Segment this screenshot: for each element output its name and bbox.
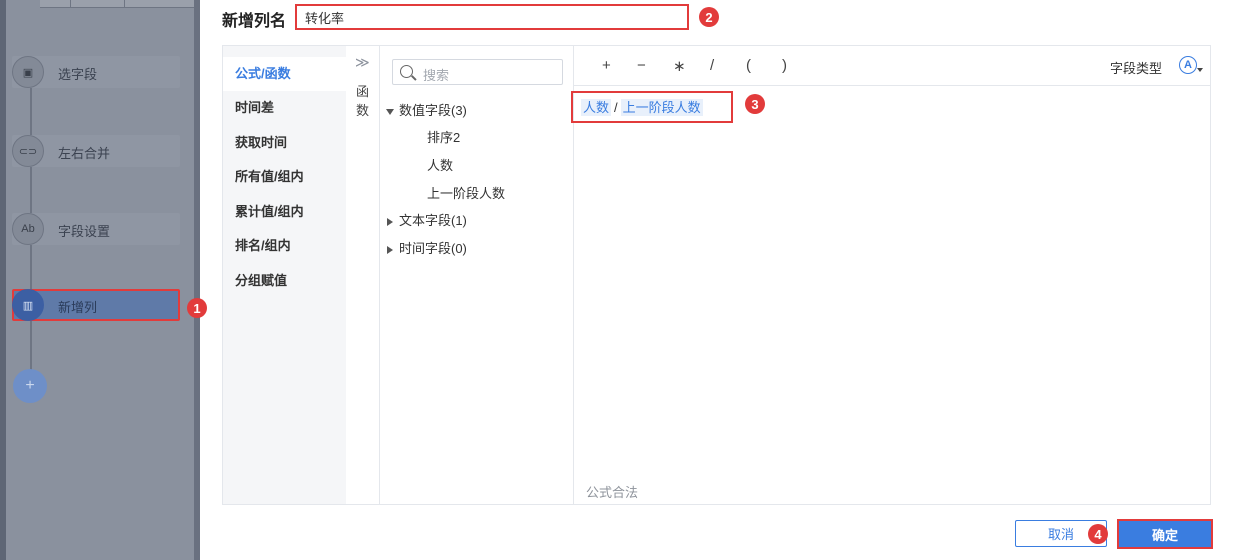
caret-down-icon xyxy=(386,108,394,115)
sidebar-divider xyxy=(194,0,200,560)
formula-panel: 公式/函数 时间差 获取时间 所有值/组内 累计值/组内 排名/组内 分组赋值 … xyxy=(222,45,1211,505)
field-type-icon[interactable]: A xyxy=(1179,56,1197,74)
multiply-operator[interactable]: ∗ xyxy=(673,57,686,75)
formula-token[interactable]: 人数 xyxy=(581,99,612,116)
search-placeholder: 搜索 xyxy=(423,68,450,83)
sidebar-tab-stub xyxy=(70,0,125,8)
category-time-diff[interactable]: 时间差 xyxy=(223,91,346,125)
sidebar-top-bar xyxy=(40,0,195,8)
category-group-assign[interactable]: 分组赋值 xyxy=(223,264,346,298)
caret-right-icon xyxy=(387,217,393,226)
formula-expression[interactable]: 人数 / 上一阶段人数 xyxy=(571,91,733,123)
category-formula[interactable]: 公式/函数 xyxy=(223,57,346,91)
merge-icon: ⊂⊃ xyxy=(12,135,44,167)
step-badge-1: 1 xyxy=(187,298,207,318)
tree-group-text[interactable]: 文本字段(1) xyxy=(387,210,467,232)
function-label: 函数 xyxy=(356,84,370,118)
field-search-input[interactable]: 搜索 xyxy=(392,59,563,85)
field-type-label: 字段类型 xyxy=(1110,61,1163,76)
plus-operator[interactable]: + xyxy=(602,57,611,74)
dropdown-caret-icon[interactable] xyxy=(1197,68,1203,72)
caret-right-icon xyxy=(387,245,393,254)
category-all-values[interactable]: 所有值/组内 xyxy=(223,160,346,194)
flow-step-new-column[interactable]: ▥ 新增列 xyxy=(12,289,180,321)
field-settings-icon: Ab xyxy=(12,213,44,245)
formula-token[interactable]: 上一阶段人数 xyxy=(620,99,703,116)
flow-step-merge[interactable]: ⊂⊃ 左右合并 xyxy=(12,135,180,167)
search-icon xyxy=(400,65,413,78)
expand-chevron-icon[interactable]: ≫ xyxy=(355,54,370,71)
flow-step-label: 字段设置 xyxy=(58,224,111,239)
open-paren-operator[interactable]: ( xyxy=(746,57,751,74)
add-step-button[interactable]: + xyxy=(13,369,47,403)
category-get-time[interactable]: 获取时间 xyxy=(223,126,346,160)
tree-group-label: 数值字段(3) xyxy=(399,103,467,118)
operator-toolbar: + − ∗ / ( ) 字段类型 A xyxy=(574,46,1210,86)
tree-group-numeric[interactable]: 数值字段(3) xyxy=(386,100,467,122)
formula-operator: / xyxy=(614,100,618,115)
tree-item[interactable]: 人数 xyxy=(427,155,453,177)
column-name-label: 新增列名 xyxy=(222,13,287,30)
category-cumulative[interactable]: 累计值/组内 xyxy=(223,195,346,229)
tree-group-label: 时间字段(0) xyxy=(399,241,467,256)
category-list: 公式/函数 时间差 获取时间 所有值/组内 累计值/组内 排名/组内 分组赋值 xyxy=(223,46,346,504)
column-name-input[interactable] xyxy=(295,4,689,30)
flow-step-label: 左右合并 xyxy=(58,146,111,161)
field-list: 搜索 数值字段(3) 排序2 人数 上一阶段人数 文本字段(1) 时间字段(0) xyxy=(380,46,574,504)
step-badge-3: 3 xyxy=(745,94,765,114)
new-column-icon: ▥ xyxy=(12,289,44,321)
step-badge-4: 4 xyxy=(1088,524,1108,544)
tree-item[interactable]: 上一阶段人数 xyxy=(427,183,505,205)
divide-operator[interactable]: / xyxy=(710,57,714,74)
flow-step-select-field[interactable]: ▣ 选字段 xyxy=(12,56,180,88)
flow-step-label: 新增列 xyxy=(58,300,98,315)
category-rank[interactable]: 排名/组内 xyxy=(223,229,346,263)
flow-step-label: 选字段 xyxy=(58,67,98,82)
flow-step-field-settings[interactable]: Ab 字段设置 xyxy=(12,213,180,245)
formula-editor[interactable]: + − ∗ / ( ) 字段类型 A 人数 / 上一阶段人数 公式合法 xyxy=(571,46,1210,504)
minus-operator[interactable]: − xyxy=(637,57,646,74)
formula-validation-status: 公式合法 xyxy=(586,485,639,500)
confirm-button[interactable]: 确定 xyxy=(1117,519,1213,549)
function-panel-toggle[interactable]: ≫ 函数 xyxy=(346,46,380,504)
select-field-icon: ▣ xyxy=(12,56,44,88)
flow-sidebar: ▣ 选字段 ⊂⊃ 左右合并 Ab 字段设置 ▥ 新增列 + xyxy=(0,0,200,560)
tree-item[interactable]: 排序2 xyxy=(427,127,460,149)
step-badge-2: 2 xyxy=(699,7,719,27)
tree-group-label: 文本字段(1) xyxy=(399,213,467,228)
tree-group-time[interactable]: 时间字段(0) xyxy=(387,238,467,260)
close-paren-operator[interactable]: ) xyxy=(782,57,787,74)
